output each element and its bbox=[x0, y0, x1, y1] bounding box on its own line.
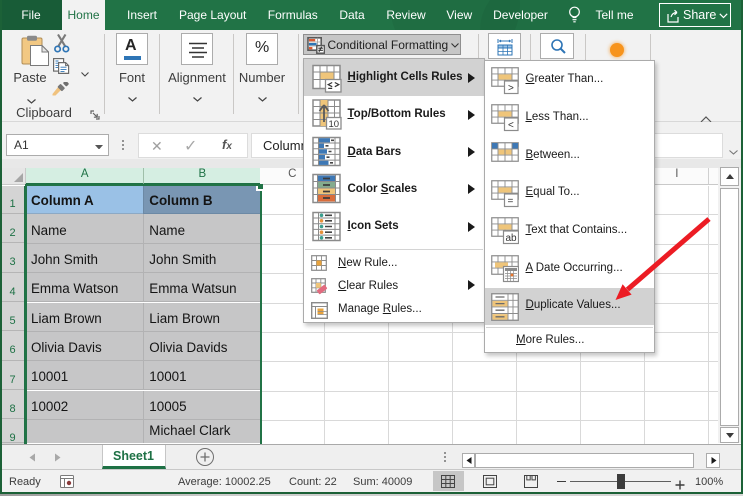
svg-text:=: = bbox=[507, 196, 513, 207]
svg-text:<: < bbox=[508, 120, 514, 131]
svg-text:>: > bbox=[508, 83, 514, 94]
svg-text:10: 10 bbox=[328, 119, 339, 130]
svg-text:ab: ab bbox=[505, 233, 517, 244]
